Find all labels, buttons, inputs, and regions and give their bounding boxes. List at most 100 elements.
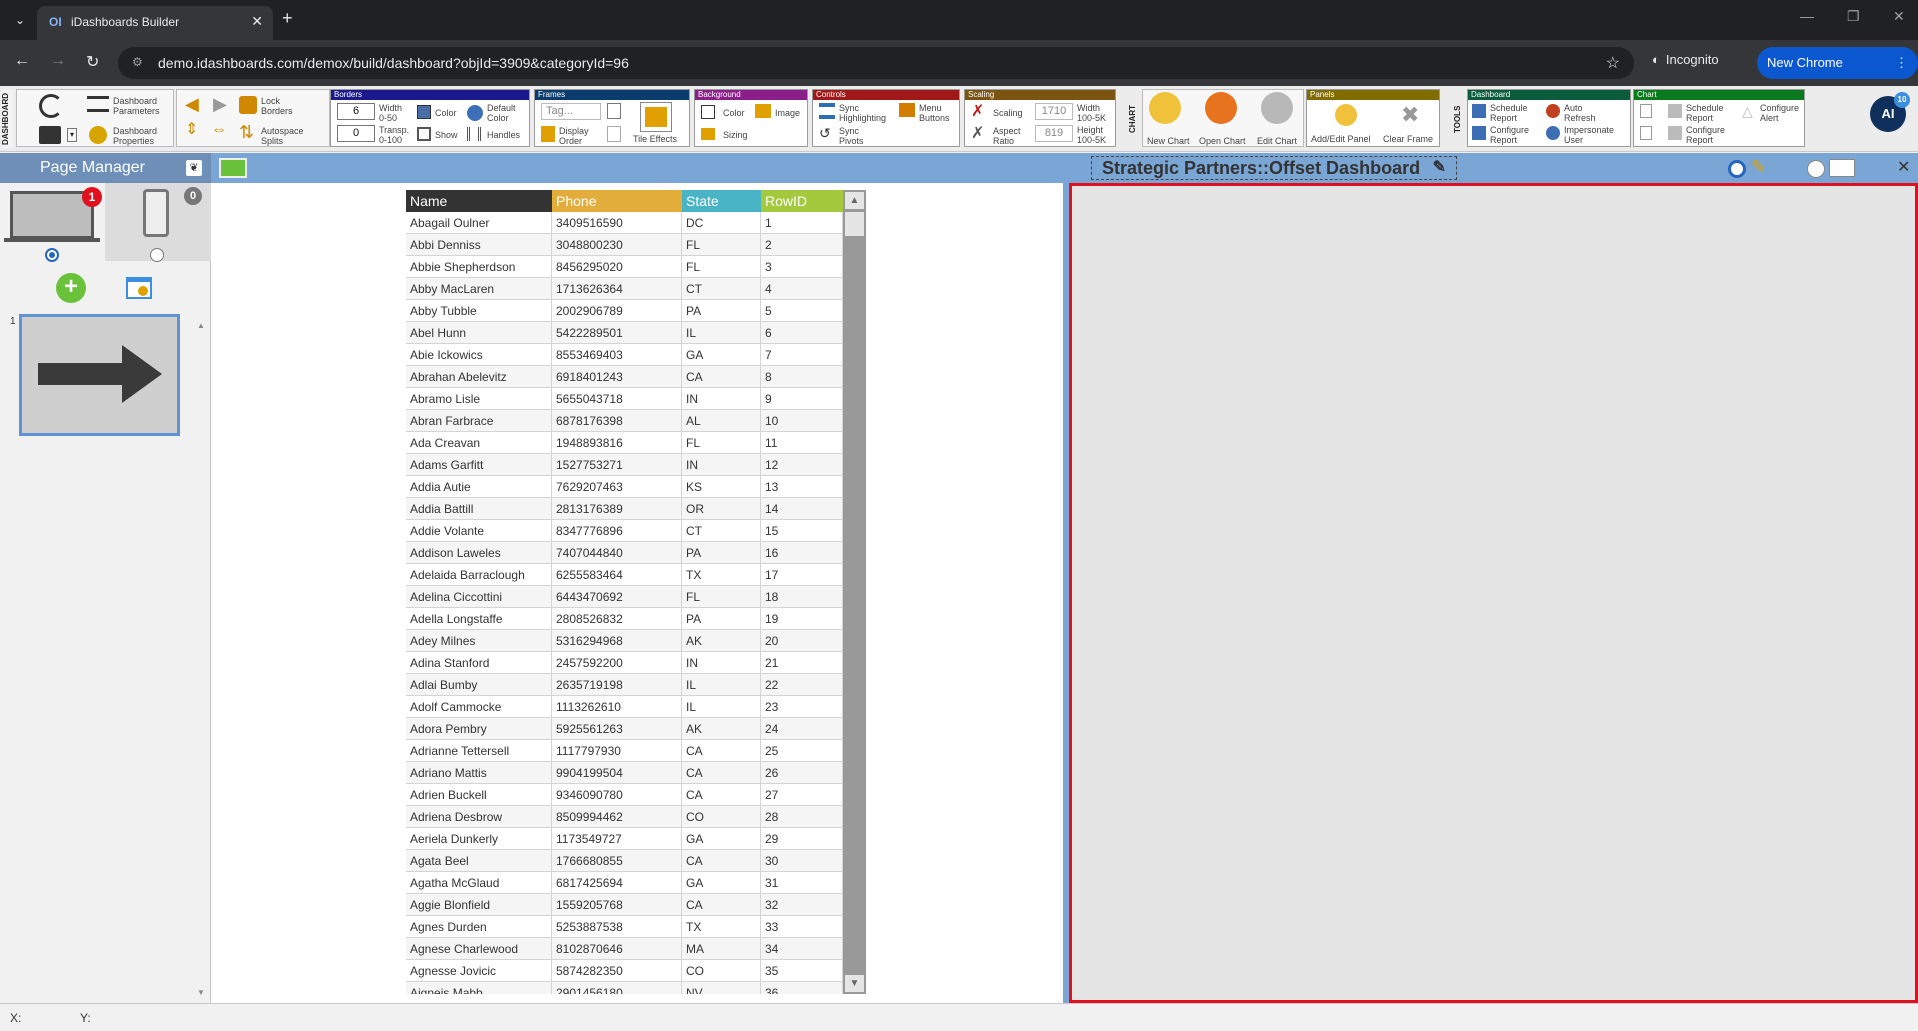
- forward-icon[interactable]: →: [50, 52, 66, 70]
- split-vertical-icon[interactable]: ⇕: [185, 122, 201, 138]
- tab-search-icon[interactable]: ⌄: [8, 8, 32, 32]
- bg-sizing-icon[interactable]: [701, 128, 715, 140]
- save-icon[interactable]: [39, 126, 61, 144]
- kebab-menu-icon[interactable]: ⋮: [1895, 47, 1908, 79]
- pin-icon[interactable]: ❦: [186, 160, 202, 176]
- omnibox[interactable]: ⚙ demo.idashboards.com/demox/build/dashb…: [118, 47, 1634, 79]
- mobile-layout-radio[interactable]: [150, 248, 164, 262]
- aspect-ratio-icon[interactable]: ✗: [971, 126, 987, 142]
- new-tab-icon[interactable]: +: [282, 8, 293, 29]
- tile-effects-label[interactable]: Tile Effects: [633, 134, 677, 144]
- scaling-label[interactable]: Scaling: [993, 108, 1023, 118]
- table-scroll-thumb[interactable]: [845, 212, 864, 236]
- chart-schedule-report-icon[interactable]: [1668, 104, 1682, 118]
- column-header-rowid[interactable]: RowID: [761, 190, 843, 212]
- table-row[interactable]: Aigneis Mabb 2901456180 NV 36: [406, 982, 843, 994]
- table-row[interactable]: Abel Hunn 5422289501 IL 6: [406, 322, 843, 344]
- minimize-icon[interactable]: —: [1800, 8, 1814, 24]
- table-scrollbar[interactable]: ▲ ▼: [843, 190, 866, 994]
- edit-chart-label[interactable]: Edit Chart: [1257, 136, 1297, 146]
- border-show-icon[interactable]: [417, 127, 431, 141]
- table-row[interactable]: Agnes Durden 5253887538 TX 33: [406, 916, 843, 938]
- table-row[interactable]: Adey Milnes 5316294968 AK 20: [406, 630, 843, 652]
- frame-tag-input[interactable]: Tag...: [541, 103, 601, 120]
- open-chart-label[interactable]: Open Chart: [1199, 136, 1246, 146]
- chart-copy-icon[interactable]: [1640, 104, 1652, 118]
- new-chart-label[interactable]: New Chart: [1147, 136, 1190, 146]
- table-row[interactable]: Agatha McGlaud 6817425694 GA 31: [406, 872, 843, 894]
- handles-label[interactable]: Handles: [487, 130, 520, 140]
- scroll-down-icon[interactable]: ▼: [197, 988, 205, 997]
- column-header-phone[interactable]: Phone: [552, 190, 682, 212]
- border-width-input[interactable]: 6: [337, 103, 375, 120]
- configure-alert-label[interactable]: Configure Alert: [1760, 103, 1799, 123]
- new-chrome-available-button[interactable]: New Chrome available ⋮: [1757, 47, 1918, 102]
- table-row[interactable]: Adlai Bumby 2635719198 IL 22: [406, 674, 843, 696]
- table-row[interactable]: Abby MacLaren 1713626364 CT 4: [406, 278, 843, 300]
- restore-icon[interactable]: ❐: [1847, 8, 1860, 25]
- border-color-label[interactable]: Color: [435, 108, 457, 118]
- chart-paste-icon[interactable]: [1640, 126, 1652, 140]
- handles-icon[interactable]: [467, 127, 481, 141]
- table-row[interactable]: Adolf Cammocke 1113262610 IL 23: [406, 696, 843, 718]
- open-chart-icon[interactable]: [1205, 92, 1237, 124]
- table-row[interactable]: Ada Creavan 1948893816 FL 11: [406, 432, 843, 454]
- lock-borders-label[interactable]: Lock Borders: [261, 96, 293, 116]
- new-chart-icon[interactable]: [1149, 92, 1181, 124]
- table-row[interactable]: Abie Ickowics 8553469403 GA 7: [406, 344, 843, 366]
- impersonate-user-label[interactable]: Impersonate User: [1564, 125, 1614, 145]
- table-row[interactable]: Adora Pembry 5925561263 AK 24: [406, 718, 843, 740]
- aspect-ratio-label[interactable]: Aspect Ratio: [993, 126, 1021, 146]
- dashboard-configure-report-icon[interactable]: [1472, 126, 1486, 140]
- menu-buttons-label[interactable]: Menu Buttons: [919, 103, 950, 123]
- table-row[interactable]: Aeriela Dunkerly 1173549727 GA 29: [406, 828, 843, 850]
- table-row[interactable]: Agnesse Jovicic 5874282350 CO 35: [406, 960, 843, 982]
- tab-close-icon[interactable]: ✕: [251, 13, 263, 30]
- right-frame-selected[interactable]: [1069, 183, 1918, 1003]
- url-text[interactable]: demo.idashboards.com/demox/build/dashboa…: [158, 55, 629, 71]
- table-row[interactable]: Agnese Charlewood 8102870646 MA 34: [406, 938, 843, 960]
- table-row[interactable]: Agata Beel 1766680855 CA 30: [406, 850, 843, 872]
- bookmark-star-icon[interactable]: ☆: [1606, 53, 1620, 73]
- table-row[interactable]: Abby Tubble 2002906789 PA 5: [406, 300, 843, 322]
- display-order-icon[interactable]: [541, 126, 555, 142]
- preview-chart-icon[interactable]: [1829, 159, 1855, 177]
- add-edit-panel-icon[interactable]: [1335, 104, 1357, 126]
- dashboard-configure-report-label[interactable]: Configure Report: [1490, 125, 1529, 145]
- table-row[interactable]: Abagail Oulner 3409516590 DC 1: [406, 212, 843, 234]
- auto-refresh-icon[interactable]: [1546, 104, 1560, 118]
- table-row[interactable]: Addia Autie 7629207463 KS 13: [406, 476, 843, 498]
- site-info-icon[interactable]: ⚙: [132, 55, 143, 69]
- dashboard-parameters-label[interactable]: Dashboard Parameters: [113, 96, 160, 116]
- autospace-icon[interactable]: ⇅: [239, 123, 255, 141]
- dashboard-schedule-report-icon[interactable]: [1472, 104, 1486, 118]
- border-color-swatch-icon[interactable]: [417, 105, 431, 119]
- desktop-layout-radio[interactable]: [45, 248, 59, 262]
- browser-tab[interactable]: OI iDashboards Builder ✕: [37, 6, 273, 40]
- lock-icon[interactable]: [239, 96, 257, 114]
- clear-frame-label[interactable]: Clear Frame: [1383, 134, 1433, 144]
- table-row[interactable]: Abbie Shepherdson 8456295020 FL 3: [406, 256, 843, 278]
- page-thumbnail[interactable]: [19, 314, 180, 436]
- table-scroll-up-icon[interactable]: ▲: [845, 192, 864, 209]
- bg-image-label[interactable]: Image: [775, 108, 800, 118]
- default-color-label[interactable]: Default Color: [487, 103, 516, 123]
- table-row[interactable]: Aggie Blonfield 1559205768 CA 32: [406, 894, 843, 916]
- scroll-up-icon[interactable]: ▲: [197, 321, 205, 330]
- table-scroll-down-icon[interactable]: ▼: [845, 975, 864, 992]
- chart-configure-report-icon[interactable]: [1668, 126, 1682, 140]
- dashboard-schedule-report-label[interactable]: Schedule Report: [1490, 103, 1528, 123]
- window-close-icon[interactable]: ✕: [1893, 8, 1905, 25]
- close-canvas-icon[interactable]: ✕: [1897, 157, 1910, 177]
- table-row[interactable]: Abramo Lisle 5655043718 IN 9: [406, 388, 843, 410]
- edit-mode-pencil-icon[interactable]: ✎: [1751, 157, 1766, 178]
- table-row[interactable]: Adella Longstaffe 2808526832 PA 19: [406, 608, 843, 630]
- table-row[interactable]: Adelina Ciccottini 6443470692 FL 18: [406, 586, 843, 608]
- edit-title-pencil-icon[interactable]: ✎: [1433, 157, 1446, 179]
- column-header-state[interactable]: State: [682, 190, 761, 212]
- incognito-indicator[interactable]: ◐ Incognito: [1652, 52, 1719, 67]
- add-edit-panel-label[interactable]: Add/Edit Panel: [1311, 134, 1371, 144]
- auto-refresh-label[interactable]: Auto Refresh: [1564, 103, 1596, 123]
- column-header-name[interactable]: Name: [406, 190, 552, 212]
- table-row[interactable]: Adrien Buckell 9346090780 CA 27: [406, 784, 843, 806]
